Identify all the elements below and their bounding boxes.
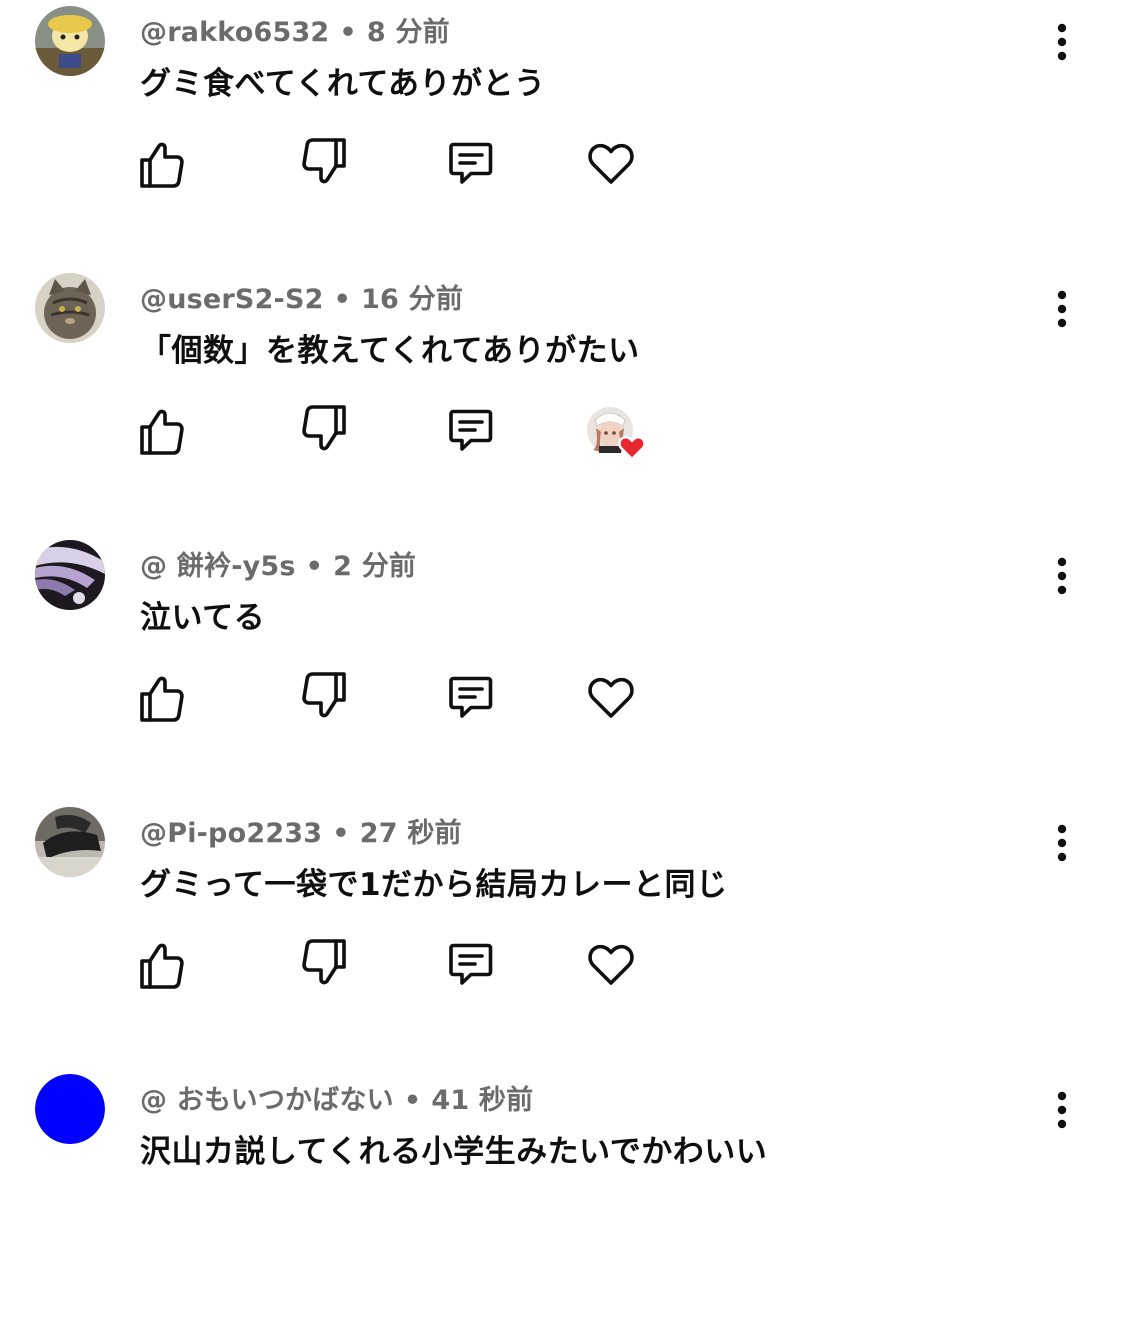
more-options-icon[interactable] bbox=[1045, 1088, 1079, 1132]
comment-text: 泣いてる bbox=[140, 600, 266, 636]
dislike-icon[interactable] bbox=[297, 135, 353, 191]
comment-item: @userS2-S2 • 16 分前 「個数」を教えてくれてありがたい bbox=[0, 267, 1130, 534]
comment-text: グミ食べてくれてありがとう bbox=[140, 66, 546, 102]
username[interactable]: @ 餅衿-y5s bbox=[140, 551, 296, 582]
more-options-icon[interactable] bbox=[1045, 20, 1079, 64]
timestamp[interactable]: 16 分前 bbox=[361, 284, 463, 315]
comment-item: @rakko6532 • 8 分前 グミ食べてくれてありがとう bbox=[0, 0, 1130, 267]
avatar[interactable] bbox=[35, 6, 105, 76]
timestamp[interactable]: 41 秒前 bbox=[431, 1085, 533, 1116]
reply-icon[interactable] bbox=[441, 669, 497, 725]
comment-meta: @userS2-S2 • 16 分前 bbox=[140, 277, 463, 316]
reply-icon[interactable] bbox=[441, 135, 497, 191]
separator: • bbox=[305, 551, 324, 582]
separator: • bbox=[403, 1085, 422, 1116]
comment-text: 沢山カ説してくれる小学生みたいでかわいい bbox=[140, 1134, 768, 1170]
avatar[interactable] bbox=[35, 540, 105, 610]
heart-icon[interactable] bbox=[583, 936, 639, 992]
like-icon[interactable] bbox=[133, 135, 189, 191]
comment-item: @ おもいつかばない • 41 秒前 沢山カ説してくれる小学生みたいでかわいい bbox=[0, 1068, 1130, 1335]
creator-heart-icon[interactable] bbox=[587, 406, 649, 462]
heart-icon[interactable] bbox=[583, 135, 639, 191]
like-icon[interactable] bbox=[133, 669, 189, 725]
like-icon[interactable] bbox=[133, 402, 189, 458]
timestamp[interactable]: 27 秒前 bbox=[360, 818, 462, 849]
more-options-icon[interactable] bbox=[1045, 554, 1079, 598]
avatar[interactable] bbox=[35, 273, 105, 343]
timestamp[interactable]: 8 分前 bbox=[367, 17, 450, 48]
more-options-icon[interactable] bbox=[1045, 821, 1079, 865]
reply-icon[interactable] bbox=[441, 936, 497, 992]
username[interactable]: @Pi-po2233 bbox=[140, 818, 322, 849]
comment-text: グミって一袋で1だから結局カレーと同じ bbox=[140, 867, 728, 903]
comment-meta: @ 餅衿-y5s • 2 分前 bbox=[140, 544, 416, 583]
comment-actions bbox=[0, 135, 700, 195]
dislike-icon[interactable] bbox=[297, 936, 353, 992]
comment-item: @Pi-po2233 • 27 秒前 グミって一袋で1だから結局カレーと同じ bbox=[0, 801, 1130, 1068]
comment-meta: @ おもいつかばない • 41 秒前 bbox=[140, 1078, 533, 1117]
heart-icon[interactable] bbox=[583, 669, 639, 725]
username[interactable]: @userS2-S2 bbox=[140, 284, 324, 315]
username[interactable]: @rakko6532 bbox=[140, 17, 329, 48]
separator: • bbox=[332, 818, 350, 849]
reply-icon[interactable] bbox=[441, 402, 497, 458]
username[interactable]: @ おもいつかばない bbox=[140, 1085, 394, 1116]
more-options-icon[interactable] bbox=[1045, 287, 1079, 331]
avatar[interactable] bbox=[35, 1074, 105, 1144]
separator: • bbox=[339, 17, 357, 48]
comment-actions bbox=[0, 669, 700, 729]
comment-meta: @rakko6532 • 8 分前 bbox=[140, 10, 450, 49]
avatar[interactable] bbox=[35, 807, 105, 877]
dislike-icon[interactable] bbox=[297, 669, 353, 725]
dislike-icon[interactable] bbox=[297, 402, 353, 458]
comment-text: 「個数」を教えてくれてありがたい bbox=[140, 333, 640, 369]
comment-actions bbox=[0, 936, 700, 996]
comment-meta: @Pi-po2233 • 27 秒前 bbox=[140, 811, 462, 850]
timestamp[interactable]: 2 分前 bbox=[333, 551, 416, 582]
comment-item: @ 餅衿-y5s • 2 分前 泣いてる bbox=[0, 534, 1130, 801]
separator: • bbox=[333, 284, 352, 315]
like-icon[interactable] bbox=[133, 936, 189, 992]
